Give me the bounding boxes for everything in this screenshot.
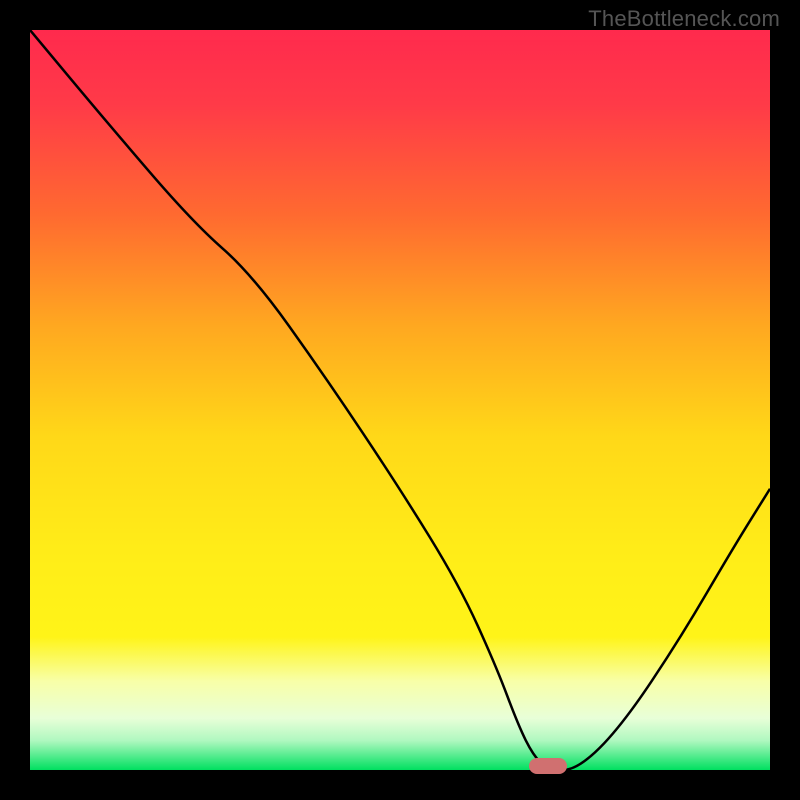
optimal-marker	[529, 758, 567, 774]
bottleneck-curve	[30, 30, 770, 770]
chart-plot-area	[30, 30, 770, 770]
watermark-text: TheBottleneck.com	[588, 6, 780, 32]
